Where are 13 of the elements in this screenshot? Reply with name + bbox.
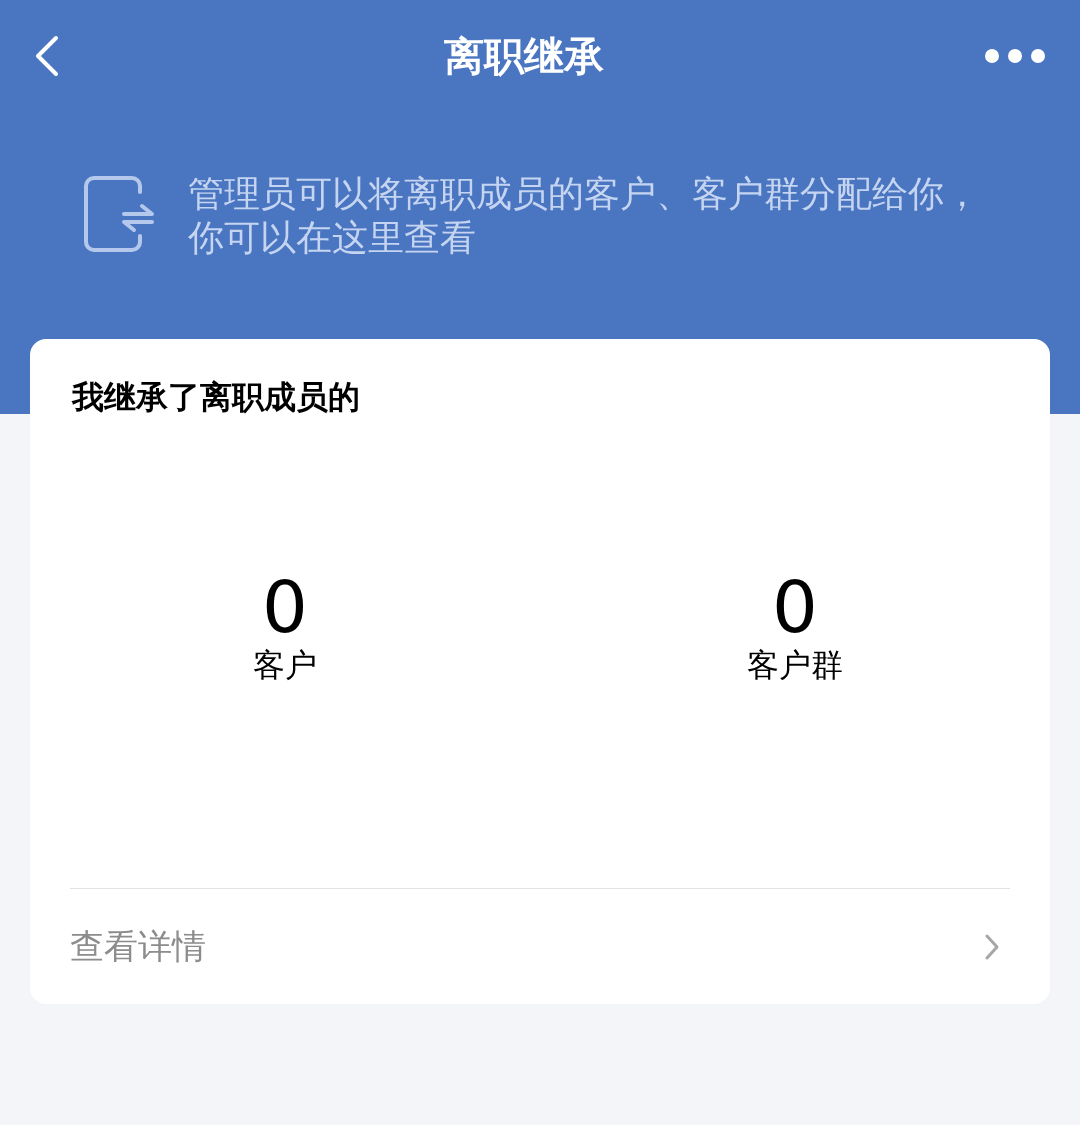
stat-label: 客户群 [747,645,843,685]
stat-label: 客户 [253,645,317,685]
stat-value: 0 [772,567,818,647]
back-icon [34,35,60,77]
stat-value: 0 [262,567,308,647]
more-icon [984,48,1046,64]
more-button[interactable] [984,46,1046,66]
notice-text: 管理员可以将离职成员的客户、客户群分配给你，你可以在这里查看 [188,172,980,260]
chevron-right-icon [984,932,1000,961]
transfer-icon [82,176,156,254]
page-title: 离职继承 [444,32,604,81]
view-details-link[interactable]: 查看详情 [70,889,1010,1004]
card-title: 我继承了离职成员的 [72,377,360,418]
